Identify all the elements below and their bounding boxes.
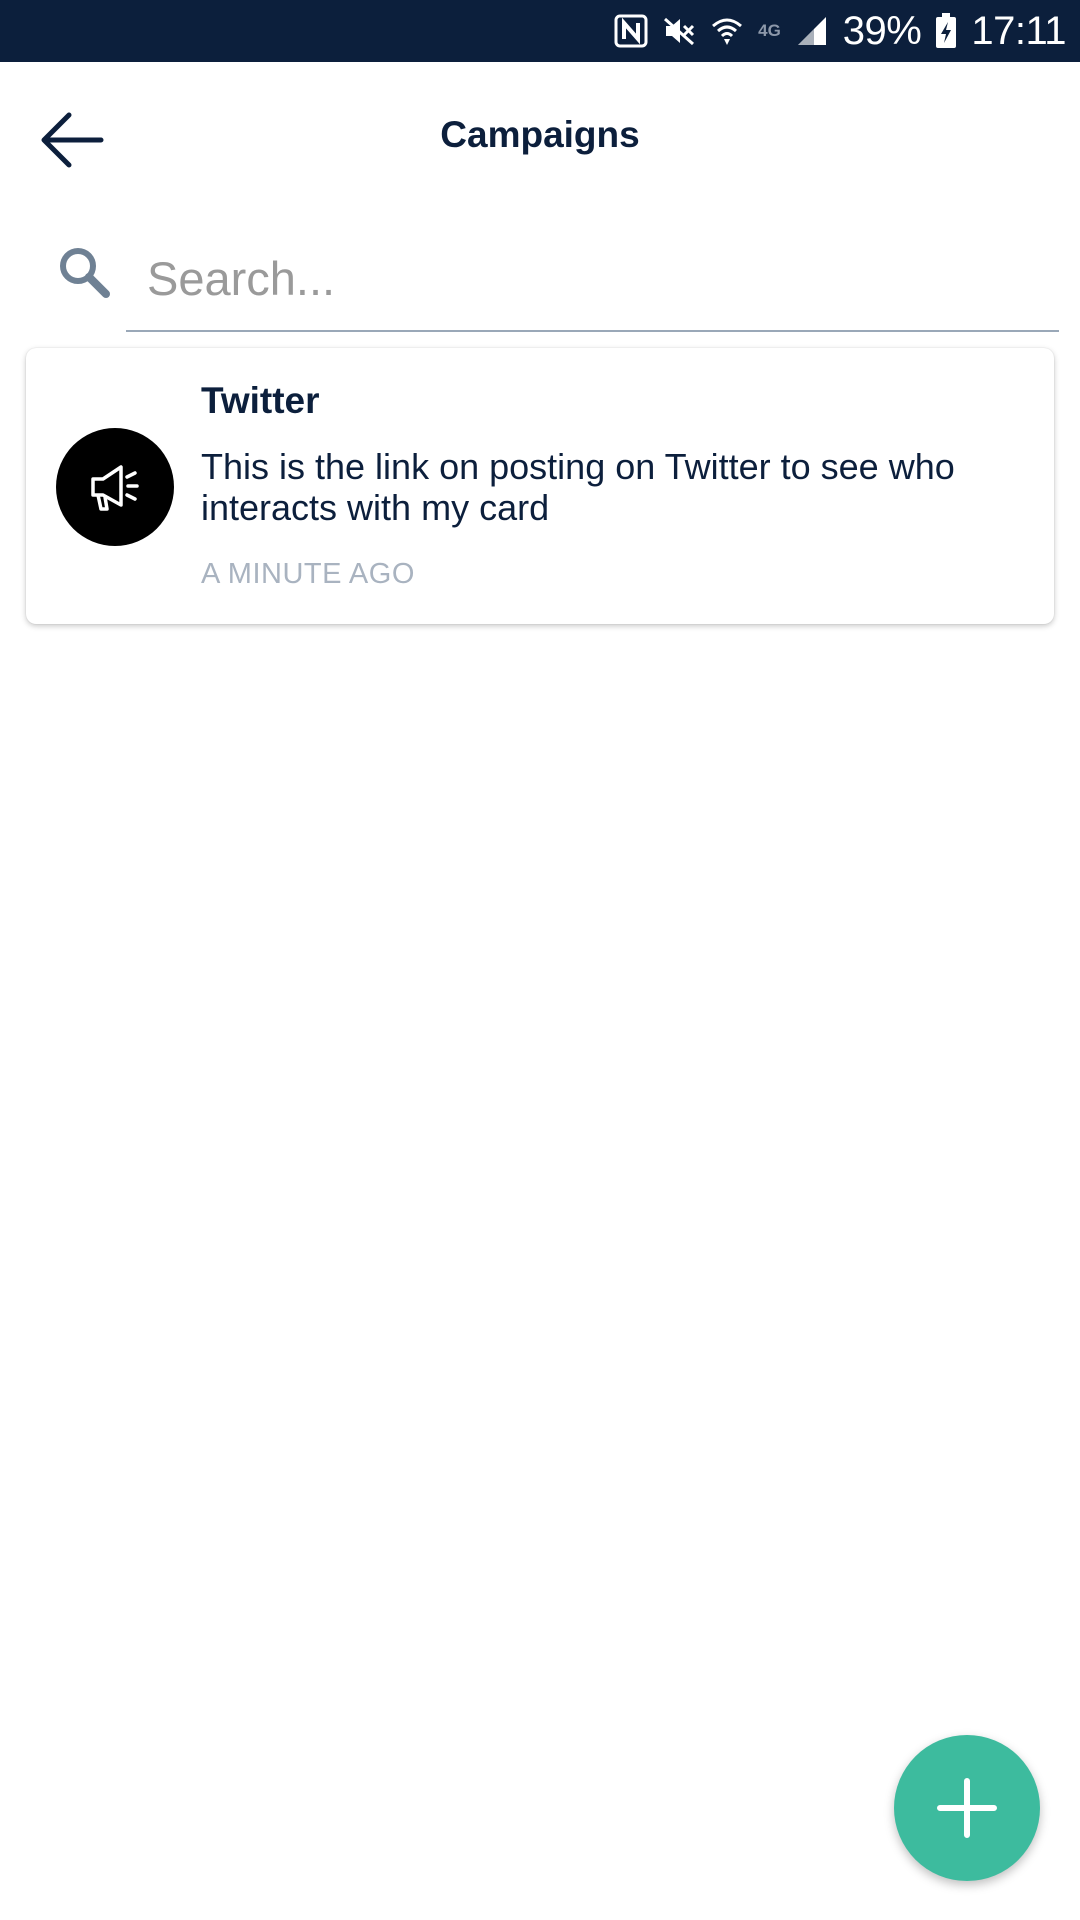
campaign-avatar (56, 428, 174, 546)
signal-icon (795, 14, 829, 48)
status-time: 17:11 (971, 8, 1066, 53)
campaign-title: Twitter (201, 380, 320, 421)
battery-percentage: 39% (842, 8, 922, 53)
screen: 4G 39% 17:11 Campaigns Search... Twitter… (0, 0, 1080, 1920)
plus-icon (937, 1778, 997, 1838)
wifi-icon (710, 14, 744, 48)
network-type-icon: 4G (758, 21, 781, 40)
campaign-card[interactable]: Twitter This is the link on posting on T… (26, 348, 1054, 624)
add-campaign-button[interactable] (894, 1735, 1040, 1881)
search-icon (56, 244, 112, 300)
page-title: Campaigns (440, 114, 640, 155)
mute-icon (662, 14, 696, 48)
search-input[interactable] (126, 226, 1059, 332)
nfc-icon (614, 14, 648, 48)
megaphone-icon (91, 465, 139, 511)
battery-charging-icon (935, 13, 957, 49)
app-bar: Campaigns (0, 62, 1080, 210)
campaign-description: This is the link on posting on Twitter t… (201, 446, 955, 528)
campaign-timestamp: A MINUTE AGO (201, 558, 415, 590)
status-bar: 4G 39% 17:11 (0, 0, 1080, 62)
